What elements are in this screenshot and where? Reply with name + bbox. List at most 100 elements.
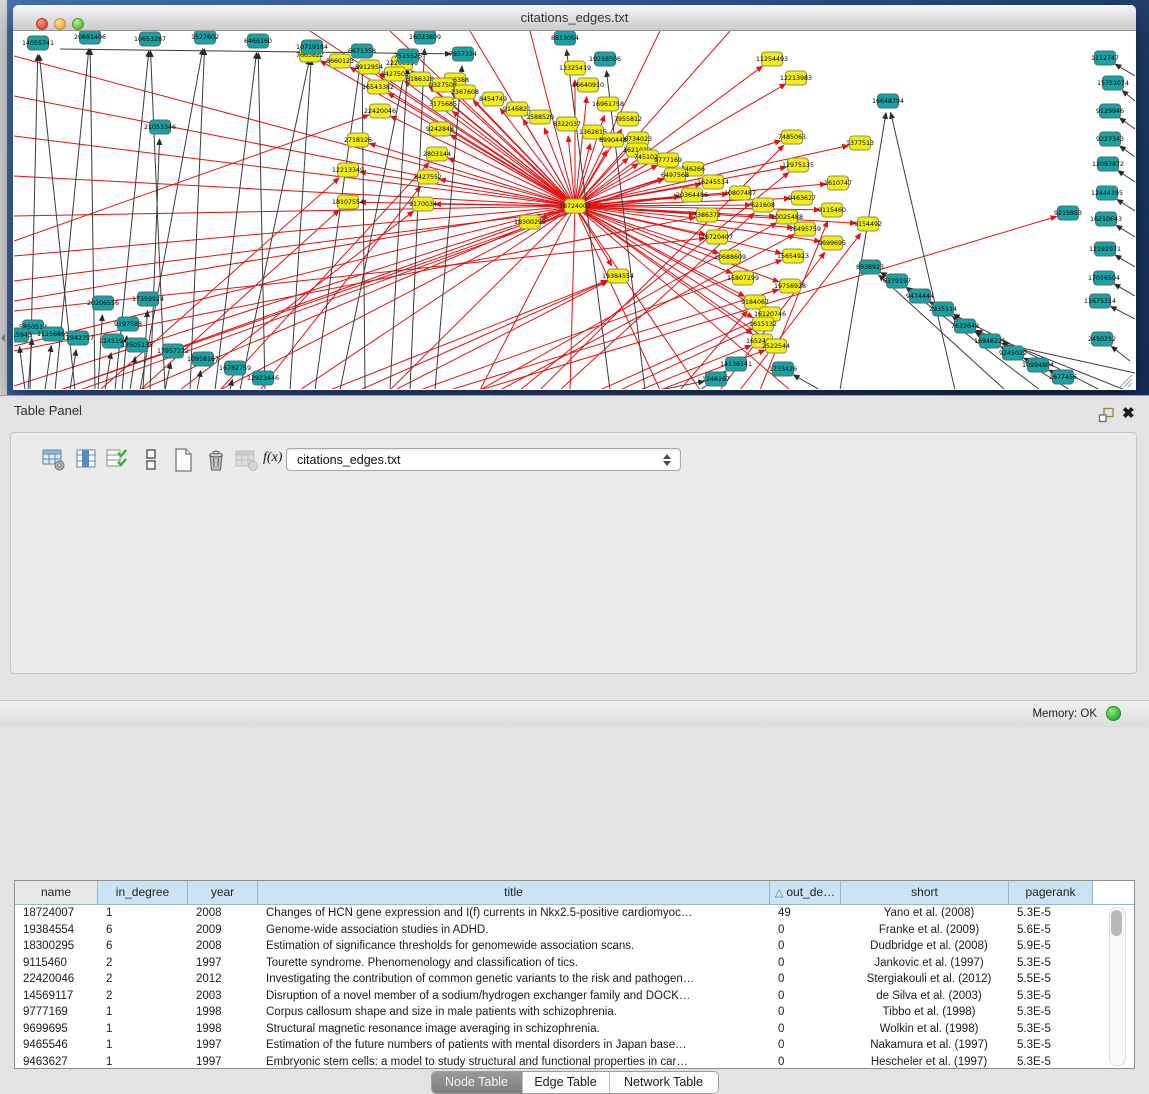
column-header-name[interactable]: name	[15, 881, 98, 904]
scrollbar-thumb[interactable]	[1111, 910, 1122, 936]
graph-node[interactable]: 16782759	[219, 361, 251, 375]
graph-node[interactable]: 9215953	[1054, 206, 1082, 220]
citation-edge-black[interactable]	[1120, 118, 1135, 129]
graph-node[interactable]: 13325419	[559, 61, 591, 75]
table-row[interactable]: 946362711997Embryonic stem cells: a mode…	[15, 1054, 1134, 1070]
graph-node[interactable]: 16961758	[592, 97, 624, 111]
graph-node[interactable]: 7485063	[778, 130, 806, 144]
graph-node[interactable]: 1677456	[1049, 370, 1077, 384]
graph-node[interactable]: 16033809	[409, 31, 441, 44]
graph-node[interactable]: 7632648	[951, 319, 979, 333]
citation-edge-black[interactable]	[20, 347, 25, 389]
graph-node[interactable]: 1733426	[769, 362, 797, 376]
citation-edge-black[interactable]	[290, 59, 311, 389]
citation-edge-red[interactable]	[395, 281, 607, 389]
table-row[interactable]: 977716911998Corpus callosum shape and si…	[15, 1004, 1134, 1021]
citation-edge-red[interactable]	[600, 319, 759, 389]
column-header-out_degree[interactable]: △out_de…	[770, 881, 841, 904]
citation-edge-red[interactable]	[581, 207, 781, 253]
graph-node[interactable]: 12093872	[1092, 157, 1124, 171]
column-header-pagerank[interactable]: pagerank	[1009, 881, 1093, 904]
graph-node[interactable]: 9129946	[1096, 104, 1124, 118]
graph-node[interactable]: 8427503	[381, 67, 409, 81]
graph-node[interactable]: 18107554	[332, 195, 364, 209]
vertical-scrollbar[interactable]	[1109, 907, 1126, 1066]
graph-node[interactable]: 16648794	[872, 94, 904, 108]
column-header-short[interactable]: short	[841, 881, 1009, 904]
graph-node[interactable]: 15654923	[777, 249, 809, 263]
graph-node[interactable]: 12213349	[332, 163, 364, 177]
graph-node[interactable]: 1527602	[191, 31, 219, 44]
citation-network-graph[interactable]: 1872400776638228660123891295422260558842…	[14, 31, 1135, 389]
graph-node[interactable]: 19218506	[589, 52, 621, 66]
graph-node[interactable]: 1112747	[1091, 51, 1119, 65]
graph-node[interactable]: 17359924	[132, 292, 164, 306]
graph-node[interactable]: 20691406	[74, 31, 106, 44]
citation-edge-black[interactable]	[1118, 171, 1135, 182]
graph-node[interactable]: 9115460	[818, 203, 846, 217]
graph-node[interactable]: 12975135	[782, 158, 814, 172]
graph-node[interactable]: 8660123	[326, 54, 354, 68]
citation-edge-black[interactable]	[240, 59, 310, 389]
citation-edge-black[interactable]	[140, 49, 203, 389]
graph-node[interactable]: 2935114	[929, 302, 957, 316]
delete-column-icon[interactable]	[203, 447, 229, 473]
citation-edge-red[interactable]	[390, 210, 571, 389]
citation-edge-black[interactable]	[197, 371, 201, 389]
delete-table-icon[interactable]	[234, 447, 260, 473]
graph-node[interactable]: 19756928	[774, 279, 806, 293]
graph-node[interactable]: 1610747	[824, 176, 852, 190]
column-edit-icon[interactable]	[105, 447, 131, 473]
graph-node[interactable]: 9242848	[426, 122, 454, 136]
graph-node[interactable]: 9170034	[409, 197, 437, 211]
table-row[interactable]: 911546021997Tourette syndrome. Phenomeno…	[15, 955, 1134, 972]
graph-node[interactable]: 11254493	[756, 52, 788, 66]
graph-node[interactable]: 17016504	[1088, 271, 1120, 285]
citation-edge-black[interactable]	[1120, 146, 1135, 157]
citation-edge-black[interactable]	[1122, 91, 1135, 101]
graph-node[interactable]: 12213983	[780, 71, 812, 85]
graph-node[interactable]: 12192971	[1089, 242, 1121, 256]
citation-edge-black[interactable]	[1111, 346, 1130, 361]
citation-edge-red[interactable]	[540, 146, 784, 389]
citation-edge-black[interactable]	[390, 68, 407, 389]
graph-node[interactable]: 7955812	[614, 112, 642, 126]
citation-edge-black[interactable]	[45, 346, 51, 389]
graph-node[interactable]: 10807487	[724, 186, 756, 200]
graph-node[interactable]: 1377513	[846, 136, 874, 150]
graph-node[interactable]: 9699695	[818, 236, 846, 250]
graph-node[interactable]: 9463627	[788, 191, 816, 205]
citation-edge-red[interactable]	[260, 186, 421, 389]
graph-node[interactable]: 1588520	[526, 110, 554, 124]
graph-node[interactable]: 16210643	[1090, 212, 1122, 226]
graph-node[interactable]: 8912954	[355, 60, 383, 74]
graph-node[interactable]: 3175685	[429, 97, 457, 111]
citation-edge-black[interactable]	[1115, 64, 1135, 76]
graph-node[interactable]: 621608	[751, 198, 775, 212]
graph-node[interactable]: 6671358	[348, 44, 376, 58]
resize-grip[interactable]	[1120, 375, 1132, 387]
graph-node[interactable]: 22420046	[364, 104, 396, 118]
graph-node[interactable]: 2450212	[1088, 332, 1116, 346]
window-titlebar[interactable]: citations_edges.txt	[13, 5, 1136, 31]
column-header-title[interactable]: title	[258, 881, 770, 904]
graph-node[interactable]: 12444195	[1091, 186, 1123, 200]
network-canvas[interactable]: 1872400776638228660123891295422260558842…	[14, 31, 1135, 389]
graph-node[interactable]: 2367608	[451, 85, 479, 99]
graph-node[interactable]: 9474444	[906, 289, 934, 303]
create-column-icon[interactable]	[171, 447, 197, 473]
tab-node-table[interactable]: Node Table	[432, 1072, 523, 1093]
graph-node[interactable]: 8938923	[856, 260, 884, 274]
graph-node[interactable]: 9154492	[854, 217, 882, 231]
graph-node[interactable]: 2803144	[423, 147, 451, 161]
citation-edge-black[interactable]	[60, 49, 451, 54]
graph-node[interactable]: 6497568	[661, 168, 689, 182]
citation-edge-black[interactable]	[105, 353, 111, 389]
graph-node[interactable]: 14055741	[22, 36, 54, 50]
graph-node[interactable]: 9197588	[114, 317, 142, 331]
graph-node[interactable]: 16640910	[572, 78, 604, 92]
citation-edge-black[interactable]	[1111, 306, 1135, 319]
table-row[interactable]: 2242004622012Investigating the contribut…	[15, 971, 1134, 988]
graph-node[interactable]: 7515526	[394, 49, 422, 63]
tab-edge-table[interactable]: Edge Table	[523, 1072, 610, 1093]
